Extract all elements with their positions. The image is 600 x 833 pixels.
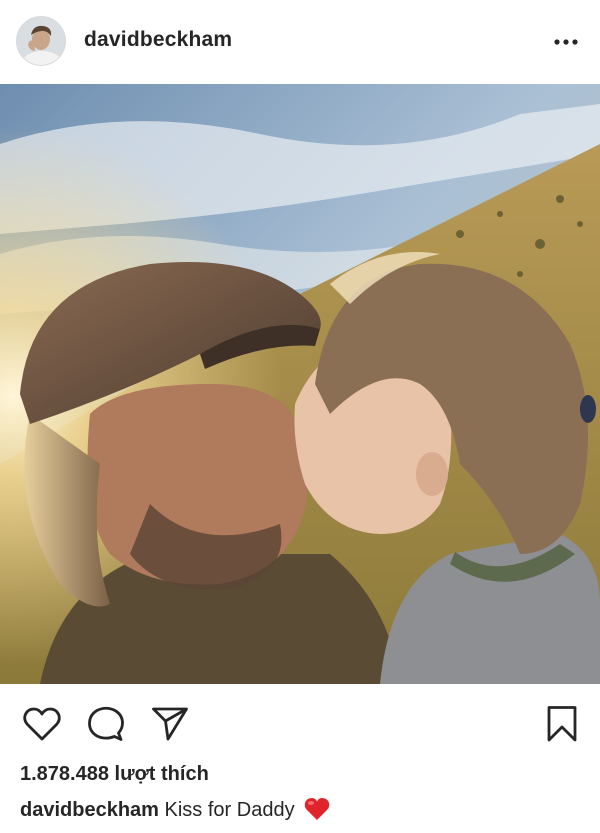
more-options-button[interactable] (546, 30, 586, 54)
caption-username[interactable]: davidbeckham (20, 799, 159, 821)
red-heart-emoji-icon (304, 797, 330, 827)
share-button[interactable] (148, 702, 192, 746)
post-header: davidbeckham (0, 0, 600, 84)
profile-photo (17, 17, 65, 65)
like-count[interactable]: 1.878.488 lượt thích (20, 763, 209, 786)
caption-text: Kiss for Daddy (164, 799, 295, 821)
action-bar (0, 684, 600, 764)
avatar[interactable] (16, 16, 66, 66)
post-caption: davidbeckham Kiss for Daddy (20, 797, 330, 827)
more-horizontal-icon (554, 39, 578, 45)
bookmark-icon (547, 706, 577, 742)
comment-icon (88, 706, 124, 741)
post-image (0, 84, 600, 684)
comment-button[interactable] (84, 702, 128, 746)
heart-icon (23, 707, 61, 741)
post-username[interactable]: davidbeckham (84, 28, 232, 52)
post-photo[interactable] (0, 84, 600, 684)
save-button[interactable] (540, 702, 584, 746)
like-button[interactable] (20, 702, 64, 746)
send-icon (152, 707, 188, 741)
